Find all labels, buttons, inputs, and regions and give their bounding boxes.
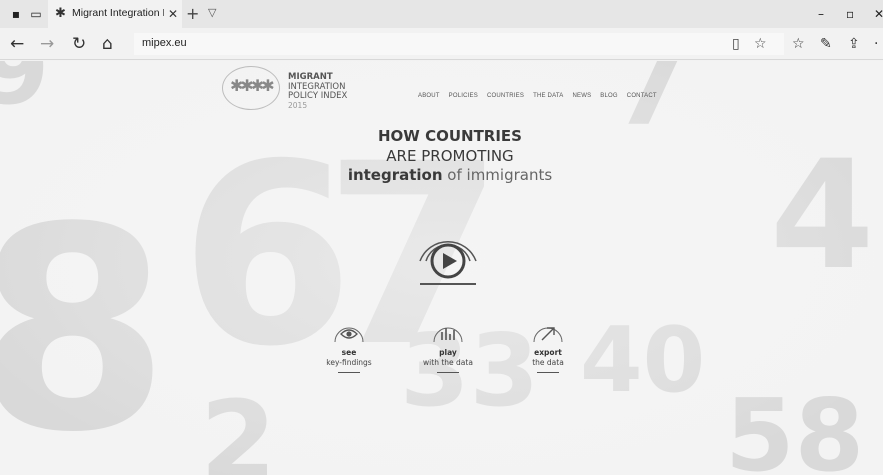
- back-arrow-icon[interactable]: ←: [10, 34, 24, 54]
- export-label: export: [534, 348, 562, 357]
- window-close-icon[interactable]: ✕: [874, 6, 883, 22]
- play-underline: [420, 283, 476, 285]
- hero-highlight: integration: [347, 166, 443, 184]
- logo-year: 2015: [288, 101, 308, 110]
- the-data-label: the data: [532, 358, 564, 367]
- share-icon[interactable]: ⇪: [848, 36, 860, 52]
- main-nav: ABOUT POLICIES COUNTRIES THE DATA NEWS B…: [418, 93, 657, 99]
- home-icon[interactable]: ⌂: [102, 34, 113, 54]
- navigation-bar: ← → ↻ ⌂ mipex.eu ▯ ☆ ☆ ✎ ⇪ ·: [0, 28, 883, 60]
- tab-preview-icon[interactable]: ▭: [28, 6, 44, 22]
- site-logo[interactable]: ✱✱✱✱ MIGRANT INTEGRATION POLICY INDEX 20…: [222, 66, 347, 110]
- close-icon[interactable]: ✕: [168, 6, 178, 22]
- nav-contact[interactable]: CONTACT: [627, 93, 657, 99]
- more-icon[interactable]: ·: [874, 36, 878, 52]
- nav-about[interactable]: ABOUT: [418, 93, 440, 99]
- play-underline-small: [437, 372, 459, 373]
- refresh-icon[interactable]: ↻: [72, 34, 86, 54]
- export-arrow-icon: [533, 327, 563, 343]
- see-key-findings-button[interactable]: see key-findings: [304, 318, 394, 373]
- nav-policies[interactable]: POLICIES: [449, 93, 478, 99]
- play-with-data-button[interactable]: play with the data: [403, 318, 493, 373]
- nav-countries[interactable]: COUNTRIES: [487, 93, 524, 99]
- logo-line-1: MIGRANT: [288, 72, 333, 82]
- see-label: see: [341, 348, 357, 357]
- export-underline: [537, 372, 559, 373]
- people-icon: ✱✱✱✱: [230, 76, 275, 95]
- hero-line-3-rest: of immigrants: [442, 166, 553, 184]
- see-underline: [338, 372, 360, 373]
- hero-line-1: HOW COUNTRIES: [378, 127, 522, 145]
- address-bar[interactable]: mipex.eu ▯ ☆: [134, 33, 784, 55]
- nav-the-data[interactable]: THE DATA: [533, 93, 563, 99]
- minimize-icon[interactable]: –: [818, 6, 824, 22]
- export-data-button[interactable]: export the data: [503, 318, 593, 373]
- migrant-figure-icon: ✱: [55, 6, 66, 21]
- hero-line-2: ARE PROMOTING: [386, 147, 514, 165]
- hero-line-3: integration of immigrants: [330, 166, 570, 184]
- star-icon[interactable]: ☆: [754, 36, 767, 52]
- nav-blog[interactable]: BLOG: [600, 93, 617, 99]
- plus-icon[interactable]: +: [186, 4, 199, 23]
- bar-chart-icon: [433, 327, 463, 343]
- browser-tab[interactable]: ✱ Migrant Integration Poli ✕: [48, 0, 182, 28]
- restore-icon[interactable]: ▫: [846, 6, 854, 22]
- tabs-aside-icon[interactable]: ▪: [8, 6, 24, 22]
- eye-icon: [334, 327, 364, 343]
- key-findings-label: key-findings: [326, 358, 372, 367]
- play-label: play: [439, 348, 457, 357]
- url-text: mipex.eu: [142, 37, 187, 49]
- nav-news[interactable]: NEWS: [572, 93, 591, 99]
- play-video-button[interactable]: [408, 209, 488, 289]
- tab-bar: ▪ ▭ ✱ Migrant Integration Poli ✕ + ▽ – ▫…: [0, 0, 883, 28]
- reading-view-icon[interactable]: ▯: [732, 36, 740, 52]
- logo-line-3: POLICY INDEX: [288, 91, 348, 101]
- forward-arrow-icon[interactable]: →: [40, 34, 54, 54]
- tab-title: Migrant Integration Poli: [72, 7, 164, 19]
- web-page: 9 7 67 7 4 8 40 33 2 58 ✱✱✱✱ MIGRANT INT…: [0, 61, 883, 475]
- with-the-data-label: with the data: [423, 358, 473, 367]
- chevron-down-icon[interactable]: ▽: [208, 6, 216, 19]
- pen-icon[interactable]: ✎: [820, 36, 832, 52]
- favorites-hub-icon[interactable]: ☆: [792, 36, 805, 52]
